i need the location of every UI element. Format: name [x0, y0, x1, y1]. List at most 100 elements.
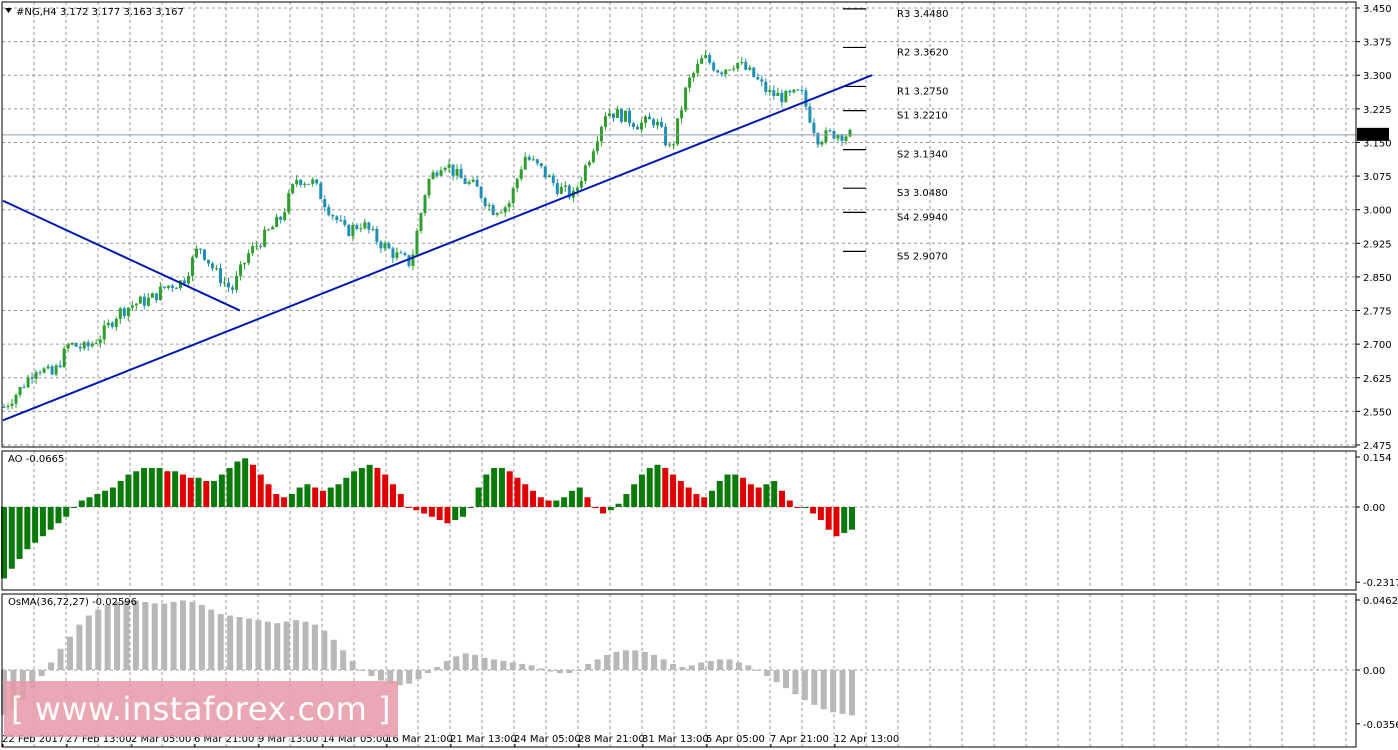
ao-bar — [343, 477, 350, 507]
candle-body — [595, 141, 599, 152]
candle-body — [652, 119, 656, 126]
candle-body — [14, 394, 18, 404]
candle-body — [563, 185, 567, 187]
candle-body — [603, 116, 607, 128]
candle-body — [339, 219, 343, 221]
ao-bar — [203, 481, 210, 507]
ao-bar — [319, 490, 326, 507]
candle-body — [263, 229, 267, 247]
ao-bar — [763, 484, 770, 507]
y-tick-label: 2.475 — [1363, 441, 1392, 452]
ao-bar — [78, 500, 85, 507]
panel-frames — [1, 1, 1357, 748]
candle-body — [142, 296, 146, 306]
osma-bar — [783, 670, 790, 689]
candle-body — [531, 159, 535, 161]
candle-body — [331, 215, 335, 217]
ao-bar — [740, 477, 747, 507]
candle-body — [319, 183, 323, 200]
ao-bar — [257, 474, 264, 507]
osma-bar — [726, 659, 733, 670]
candle-body — [844, 136, 848, 141]
ao-bar — [117, 481, 124, 507]
osma-bar — [415, 670, 422, 680]
candle-body — [555, 183, 559, 194]
osma-bar — [481, 657, 488, 670]
candle-body — [215, 268, 219, 270]
candle-body — [303, 183, 307, 185]
osma-bar — [773, 670, 780, 683]
ao-bar — [561, 497, 568, 507]
ao-bar — [218, 474, 225, 507]
candle-body — [740, 61, 744, 63]
candle-body — [251, 246, 255, 254]
candle-body — [724, 69, 728, 75]
candle-body — [130, 305, 134, 308]
ao-bar — [351, 471, 358, 507]
candle-body — [760, 79, 764, 82]
candle-body — [443, 167, 447, 171]
osma-bar — [425, 670, 431, 674]
ao-bar — [288, 494, 295, 507]
osma-bar — [500, 660, 507, 670]
candle-body — [599, 127, 603, 142]
y-tick-label: 2.550 — [1363, 407, 1392, 418]
ao-bar — [460, 507, 467, 517]
candle-body — [704, 55, 708, 58]
osma-bar — [792, 670, 799, 695]
ao-bar — [148, 468, 155, 507]
candle-body — [543, 166, 547, 178]
osma-bar — [236, 617, 243, 670]
ao-bar — [833, 507, 840, 537]
ao-bar — [428, 507, 435, 517]
ao-bar — [405, 507, 412, 508]
candle-body — [619, 109, 623, 122]
ao-bar — [817, 507, 824, 520]
candle-body — [848, 129, 852, 137]
candle-body — [820, 141, 824, 145]
candle-body — [495, 213, 499, 215]
ao-bar — [172, 471, 179, 507]
osma-bar — [66, 636, 73, 670]
ao-bar — [389, 484, 396, 507]
candle-body — [696, 63, 700, 73]
ao-bar — [771, 481, 778, 507]
candle-body — [680, 110, 684, 119]
candle-body — [591, 151, 595, 163]
osma-bar — [585, 663, 592, 670]
y-tick-label: 3.000 — [1363, 206, 1392, 217]
pivot-label-r3: R3 3.4480 — [897, 9, 948, 20]
candle-body — [154, 293, 158, 301]
osma-bar — [556, 670, 563, 674]
candle-body — [808, 106, 812, 123]
osma-bar — [302, 621, 309, 670]
osma-bar — [764, 670, 771, 677]
candle-body — [186, 275, 190, 284]
dropdown-icon[interactable] — [5, 8, 12, 13]
candle-body — [640, 122, 644, 130]
candle-body — [275, 216, 279, 228]
candle-body — [158, 286, 162, 301]
candle-body — [42, 368, 46, 373]
ao-bar — [382, 474, 389, 507]
osma-bar — [462, 653, 469, 670]
osma-bar — [538, 668, 545, 670]
ao-bar — [195, 477, 202, 507]
ao-bar — [397, 494, 404, 507]
ao-bar — [530, 490, 537, 507]
y-tick-label: 2.925 — [1363, 239, 1392, 250]
ao-bar — [506, 471, 513, 507]
candle-body — [243, 262, 247, 265]
y-tick-label: 2.700 — [1363, 340, 1392, 351]
osma-bar — [189, 601, 196, 670]
ao-bar — [685, 487, 692, 507]
y-tick-label: 3.075 — [1363, 172, 1392, 183]
candle-body — [351, 225, 355, 236]
candle-body — [475, 179, 479, 187]
candle-body — [291, 184, 295, 194]
candle-body — [106, 322, 110, 326]
candle-body — [271, 227, 275, 230]
osma-bar — [76, 624, 83, 670]
candle-body — [50, 366, 54, 375]
candle-body — [287, 193, 291, 213]
